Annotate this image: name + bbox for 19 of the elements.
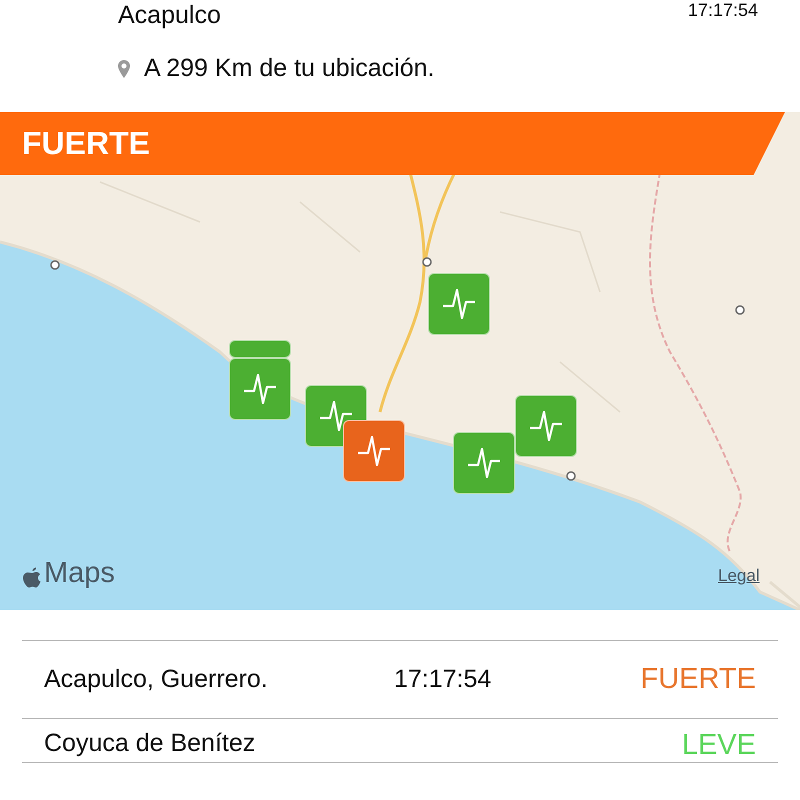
quake-marker[interactable]	[428, 273, 490, 335]
distance-text: A 299 Km de tu ubicación.	[144, 54, 434, 83]
quake-marker[interactable]	[515, 395, 577, 457]
intensity-banner: FUERTE	[0, 112, 785, 175]
legal-link[interactable]: Legal	[718, 566, 760, 586]
apple-icon	[22, 566, 42, 590]
event-time: 17:17:54	[394, 665, 492, 694]
quake-marker[interactable]	[229, 358, 291, 420]
maps-text: Maps	[44, 557, 115, 590]
intensity-label: LEVE	[682, 729, 756, 762]
quake-marker[interactable]	[453, 432, 515, 494]
intensity-label: FUERTE	[640, 663, 756, 696]
event-place: Acapulco, Guerrero.	[44, 665, 269, 694]
event-time: 17:17:54	[688, 0, 759, 20]
place-name: Acapulco	[118, 0, 221, 30]
quake-marker[interactable]	[229, 340, 291, 358]
quake-marker[interactable]	[343, 420, 405, 482]
event-place: Coyuca de Benítez	[44, 729, 256, 758]
location-pin-icon	[118, 60, 130, 78]
